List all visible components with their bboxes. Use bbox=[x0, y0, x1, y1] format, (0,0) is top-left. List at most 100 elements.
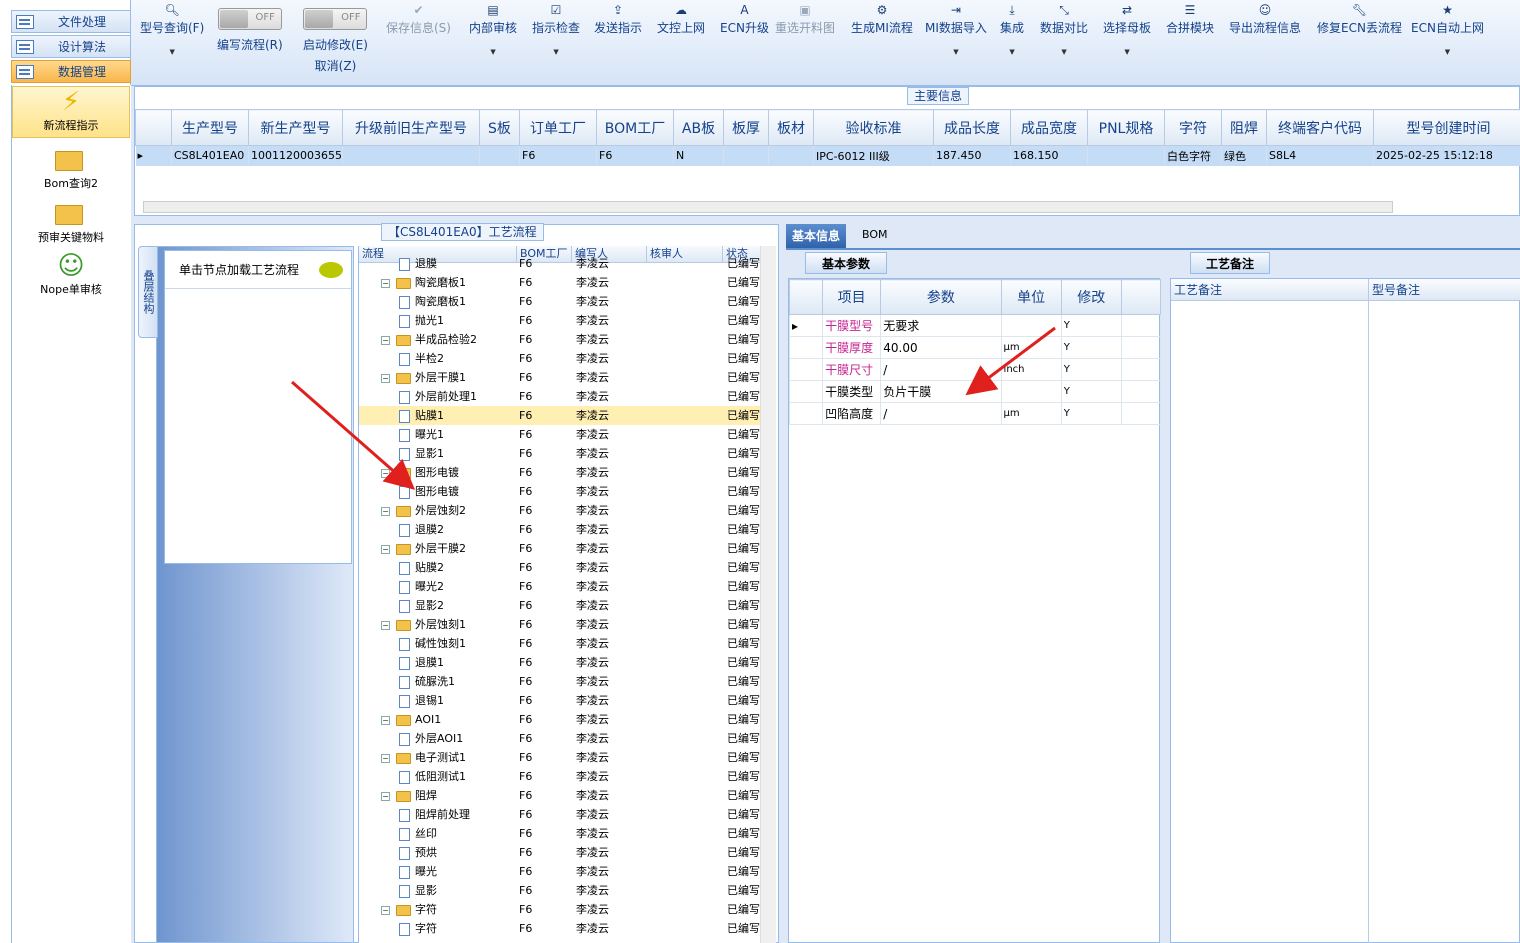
tree-row[interactable]: 陶瓷磨板1 F6 李凌云 已编写 bbox=[359, 292, 761, 311]
tree-scrollbar[interactable] bbox=[760, 246, 776, 943]
tree-row[interactable]: 预烘 F6 李凌云 已编写 bbox=[359, 843, 761, 862]
tree-row[interactable]: 贴膜1 F6 李凌云 已编写 bbox=[359, 406, 761, 425]
table-cell[interactable] bbox=[1087, 145, 1165, 166]
ecn-auto-button[interactable]: ★ ECN自动上网 ▼ bbox=[1411, 3, 1484, 56]
reselect-cut-button[interactable]: ▣ 重选开料图 bbox=[775, 3, 835, 36]
tree-row[interactable]: 半检2 F6 李凌云 已编写 bbox=[359, 349, 761, 368]
doc-online-button[interactable]: ☁ 文控上网 bbox=[657, 3, 705, 36]
table-cell[interactable]: 187.450 bbox=[933, 145, 1011, 166]
tree-row[interactable]: 抛光1 F6 李凌云 已编写 bbox=[359, 311, 761, 330]
tree-row[interactable]: 退膜 F6 李凌云 已编写 bbox=[359, 254, 761, 273]
param-cell[interactable]: / bbox=[880, 358, 1002, 381]
tree-row[interactable]: 退膜1 F6 李凌云 已编写 bbox=[359, 653, 761, 672]
integrate-button[interactable]: ⤓ 集成 ▼ bbox=[1000, 3, 1024, 56]
model-notes-area[interactable] bbox=[1369, 301, 1520, 943]
compare-button[interactable]: ⤡ 数据对比 ▼ bbox=[1040, 3, 1088, 56]
nav-item-file[interactable]: 文件处理 bbox=[11, 10, 131, 33]
collapse-icon[interactable]: − bbox=[381, 905, 390, 915]
param-column-header[interactable]: 参数 bbox=[880, 279, 1002, 315]
column-header[interactable]: 订单工厂 bbox=[519, 109, 597, 146]
subtab-basic-params[interactable]: 基本参数 bbox=[805, 252, 887, 274]
stack-structure-tab[interactable]: 叠层结构 bbox=[138, 246, 158, 338]
tab-bom[interactable]: BOM bbox=[856, 224, 894, 246]
table-cell[interactable]: IPC-6012 III级 bbox=[813, 145, 934, 166]
tree-row[interactable]: 显影2 F6 李凌云 已编写 bbox=[359, 596, 761, 615]
table-cell[interactable]: CS8L401EA0 bbox=[171, 145, 249, 166]
column-header[interactable]: 成品长度 bbox=[933, 109, 1011, 146]
column-header[interactable]: 阻焊 bbox=[1221, 109, 1267, 146]
tree-row[interactable]: − 外层蚀刻1 F6 李凌云 已编写 bbox=[359, 615, 761, 634]
tree-row[interactable]: 贴膜2 F6 李凌云 已编写 bbox=[359, 558, 761, 577]
table-cell[interactable]: S8L4 bbox=[1266, 145, 1374, 166]
write-flow-toggle[interactable]: OFF 编写流程(R) bbox=[217, 8, 283, 57]
tree-row[interactable]: − 外层蚀刻2 F6 李凌云 已编写 bbox=[359, 501, 761, 520]
tile-bom-query[interactable]: Bom查询2 bbox=[12, 145, 130, 191]
tree-row[interactable]: 外层前处理1 F6 李凌云 已编写 bbox=[359, 387, 761, 406]
param-row[interactable]: 干膜类型 负片干膜 Y bbox=[788, 380, 1162, 403]
subtab-process-notes[interactable]: 工艺备注 bbox=[1190, 252, 1270, 274]
tree-row[interactable]: 阻焊前处理 F6 李凌云 已编写 bbox=[359, 805, 761, 824]
column-header[interactable]: 验收标准 bbox=[813, 109, 934, 146]
param-cell[interactable]: 无要求 bbox=[880, 314, 1002, 337]
collapse-icon[interactable]: − bbox=[381, 753, 390, 763]
column-header[interactable]: 型号创建时间 bbox=[1373, 109, 1520, 146]
tree-row[interactable]: 曝光1 F6 李凌云 已编写 bbox=[359, 425, 761, 444]
tree-row[interactable]: − 图形电镀 F6 李凌云 已编写 bbox=[359, 463, 761, 482]
process-notes-area[interactable] bbox=[1171, 301, 1369, 943]
tree-row[interactable]: 显影1 F6 李凌云 已编写 bbox=[359, 444, 761, 463]
column-header[interactable]: 成品宽度 bbox=[1010, 109, 1088, 146]
send-indication-button[interactable]: ⇪ 发送指示 bbox=[594, 3, 642, 36]
collapse-icon[interactable]: − bbox=[381, 715, 390, 725]
table-cell[interactable]: F6 bbox=[519, 145, 597, 166]
start-modify-toggle[interactable]: OFF 启动修改(E) 取消(Z) bbox=[303, 8, 368, 74]
param-cell[interactable]: / bbox=[880, 402, 1002, 425]
column-header[interactable]: 字符 bbox=[1164, 109, 1222, 146]
column-header[interactable]: 终端客户代码 bbox=[1266, 109, 1374, 146]
collapse-icon[interactable]: − bbox=[381, 335, 390, 345]
column-header[interactable]: PNL规格 bbox=[1087, 109, 1165, 146]
tile-nope-review[interactable]: ☺ Nope单审核 bbox=[12, 251, 130, 297]
table-cell[interactable]: 10011200036557 bbox=[248, 145, 343, 166]
collapse-icon[interactable]: − bbox=[381, 468, 390, 478]
horizontal-scrollbar[interactable] bbox=[143, 201, 1393, 213]
param-cell[interactable]: 40.00 bbox=[880, 336, 1002, 359]
table-cell[interactable]: 白色字符 bbox=[1164, 145, 1222, 166]
tree-row[interactable]: 退膜2 F6 李凌云 已编写 bbox=[359, 520, 761, 539]
tree-row[interactable]: 显影 F6 李凌云 已编写 bbox=[359, 881, 761, 900]
load-hint-box[interactable]: 单击节点加载工艺流程 bbox=[164, 250, 352, 564]
table-cell[interactable] bbox=[479, 145, 520, 166]
tree-row[interactable]: − AOI1 F6 李凌云 已编写 bbox=[359, 710, 761, 729]
collapse-icon[interactable]: − bbox=[381, 791, 390, 801]
ecn-upgrade-button[interactable]: A ECN升级 bbox=[720, 3, 769, 36]
column-header[interactable]: 新生产型号 bbox=[248, 109, 343, 146]
column-header[interactable]: S板 bbox=[479, 109, 520, 146]
table-cell[interactable]: N bbox=[673, 145, 724, 166]
nav-item-design[interactable]: 设计算法 bbox=[11, 35, 131, 58]
column-header[interactable]: BOM工厂 bbox=[596, 109, 674, 146]
param-row[interactable]: 干膜厚度 40.00 μm Y bbox=[788, 336, 1162, 359]
collapse-icon[interactable]: − bbox=[381, 506, 390, 516]
tree-row[interactable]: − 外层干膜1 F6 李凌云 已编写 bbox=[359, 368, 761, 387]
tree-row[interactable]: 曝光2 F6 李凌云 已编写 bbox=[359, 577, 761, 596]
table-cell[interactable] bbox=[768, 145, 814, 166]
mi-import-button[interactable]: ⇥ MI数据导入 ▼ bbox=[925, 3, 987, 56]
tree-row[interactable]: 外层AOI1 F6 李凌云 已编写 bbox=[359, 729, 761, 748]
internal-review-button[interactable]: ▤ 内部审核 ▼ bbox=[469, 3, 517, 56]
save-info-button[interactable]: ✔ 保存信息(S) bbox=[386, 3, 451, 36]
query-button[interactable]: 🔍︎ 型号查询(F) ▼ bbox=[140, 3, 204, 56]
tree-row[interactable]: 低阻测试1 F6 李凌云 已编写 bbox=[359, 767, 761, 786]
table-cell[interactable]: 168.150 bbox=[1010, 145, 1088, 166]
tree-row[interactable]: 丝印 F6 李凌云 已编写 bbox=[359, 824, 761, 843]
tree-row[interactable]: − 半成品检验2 F6 李凌云 已编写 bbox=[359, 330, 761, 349]
collapse-icon[interactable]: − bbox=[381, 373, 390, 383]
column-header[interactable]: 升级前旧生产型号 bbox=[342, 109, 480, 146]
tree-row[interactable]: 碱性蚀刻1 F6 李凌云 已编写 bbox=[359, 634, 761, 653]
tree-row[interactable]: 退锡1 F6 李凌云 已编写 bbox=[359, 691, 761, 710]
fix-ecn-button[interactable]: 🔧︎ 修复ECN丢流程 bbox=[1317, 3, 1402, 36]
param-column-header[interactable]: 单位 bbox=[1000, 279, 1062, 315]
export-flow-button[interactable]: ☺ 导出流程信息 bbox=[1229, 3, 1301, 36]
table-cell[interactable]: F6 bbox=[596, 145, 674, 166]
table-cell[interactable] bbox=[342, 145, 480, 166]
param-row[interactable]: ▸ 干膜型号 无要求 Y bbox=[788, 314, 1162, 337]
tree-row[interactable]: − 陶瓷磨板1 F6 李凌云 已编写 bbox=[359, 273, 761, 292]
